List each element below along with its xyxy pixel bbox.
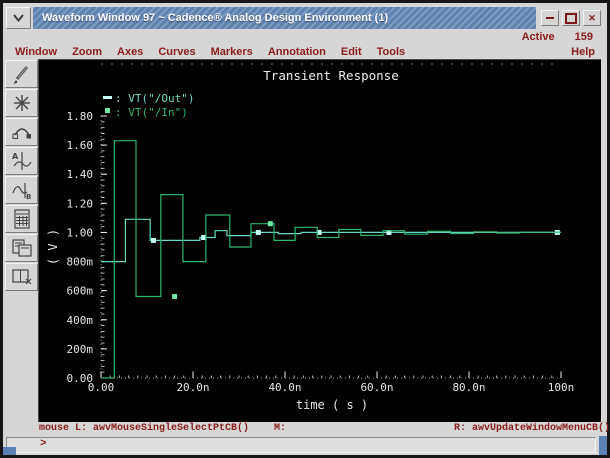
calculator-icon xyxy=(13,209,30,229)
legend-entry-label: : VT("/In") xyxy=(115,106,188,119)
resize-corner-left[interactable] xyxy=(3,447,16,455)
y-tick-label: 1.80 xyxy=(67,110,94,123)
tool-column: A B xyxy=(5,60,38,291)
data-point-marker xyxy=(150,237,156,243)
active-status-label: Active xyxy=(521,31,555,43)
copy-window-icon xyxy=(11,239,32,257)
trace-in[interactable] xyxy=(101,140,561,379)
waveform-plot-area[interactable]: 0.00 20.0n 40.0n 60.0n 80.0n 100n 0.00 200m 400m… xyxy=(38,59,601,422)
mouse-left-binding: mouse L: awvMouseSingleSelectPtCB() xyxy=(39,423,250,434)
y-tick-label: 200m xyxy=(67,343,94,356)
trace-out[interactable] xyxy=(101,218,561,263)
starburst-tool-button[interactable] xyxy=(5,89,38,117)
chevron-down-icon xyxy=(13,14,24,22)
y-axis-label: ( V ) xyxy=(46,229,60,265)
split-window-tool-button[interactable] xyxy=(5,263,38,291)
prompt-caret: > xyxy=(40,438,47,450)
split-window-icon xyxy=(11,269,31,285)
window-menu-button[interactable] xyxy=(6,7,31,29)
svg-text:B: B xyxy=(26,193,31,201)
x-axis-label: time ( s ) xyxy=(296,398,368,412)
data-point-marker xyxy=(267,221,273,227)
calculator-tool-button[interactable] xyxy=(5,205,38,233)
maximize-button[interactable] xyxy=(562,10,580,26)
pen-tool-button[interactable] xyxy=(5,60,38,88)
probe-tool-button[interactable] xyxy=(5,118,38,146)
data-point-marker xyxy=(172,293,178,299)
legend-entry-label: : VT("/Out") xyxy=(115,92,194,105)
chart-title: Transient Response xyxy=(263,68,398,83)
window-title: Waveform Window 97 ~ Cadence® Analog Des… xyxy=(33,7,536,29)
window-status-row: Active 159 xyxy=(522,31,593,43)
y-tick-label: 1.60 xyxy=(67,139,94,152)
window-controls: ✕ xyxy=(538,7,604,29)
marker-a-tool-button[interactable]: A xyxy=(5,147,38,175)
minimize-icon xyxy=(546,17,554,19)
marker-a-icon: A xyxy=(12,152,32,170)
maximize-icon xyxy=(565,12,577,24)
y-tick-label: 400m xyxy=(67,314,94,327)
y-tick-label: 800m xyxy=(67,256,94,269)
y-tick-label: 1.20 xyxy=(67,197,94,210)
close-icon: ✕ xyxy=(588,12,596,23)
copy-window-tool-button[interactable] xyxy=(5,234,38,262)
legend-marker-square xyxy=(105,108,110,113)
window-number: 159 xyxy=(574,31,593,43)
data-point-marker xyxy=(255,229,261,235)
y-tick-label: 0.00 xyxy=(67,372,94,385)
marker-b-icon: B xyxy=(11,183,31,201)
x-tick-label: 60.0n xyxy=(360,381,393,394)
close-button[interactable]: ✕ xyxy=(583,10,601,26)
y-tick-label: 1.00 xyxy=(67,226,94,239)
probe-arc-icon xyxy=(12,128,31,139)
waveform-window: Waveform Window 97 ~ Cadence® Analog Des… xyxy=(0,0,610,458)
mouse-middle-binding: M: xyxy=(274,423,287,434)
x-tick-label: 100n xyxy=(548,381,575,394)
mouse-bindings-statusbar: mouse L: awvMouseSingleSelectPtCB() M: R… xyxy=(6,422,610,436)
y-axis-minor-ticks xyxy=(101,115,105,379)
command-prompt[interactable]: > xyxy=(6,437,596,453)
pen-icon xyxy=(13,66,28,84)
waveform-chart: 0.00 20.0n 40.0n 60.0n 80.0n 100n0.00200m400m… xyxy=(46,63,575,412)
minimize-button[interactable] xyxy=(541,10,559,26)
y-tick-label: 1.40 xyxy=(67,168,94,181)
svg-text:A: A xyxy=(12,152,19,161)
x-tick-label: 80.0n xyxy=(452,381,485,394)
marker-b-tool-button[interactable]: B xyxy=(5,176,38,204)
mouse-right-binding: R: awvUpdateWindowMenuCB() xyxy=(454,423,610,434)
y-tick-label: 600m xyxy=(67,285,94,298)
resize-corner-right[interactable] xyxy=(599,436,607,455)
starburst-icon xyxy=(13,95,30,111)
titlebar: Waveform Window 97 ~ Cadence® Analog Des… xyxy=(6,7,604,29)
legend-marker-dash xyxy=(103,96,112,99)
y-axis-major-ticks xyxy=(101,115,107,379)
x-tick-label: 40.0n xyxy=(268,381,301,394)
x-tick-label: 20.0n xyxy=(176,381,209,394)
